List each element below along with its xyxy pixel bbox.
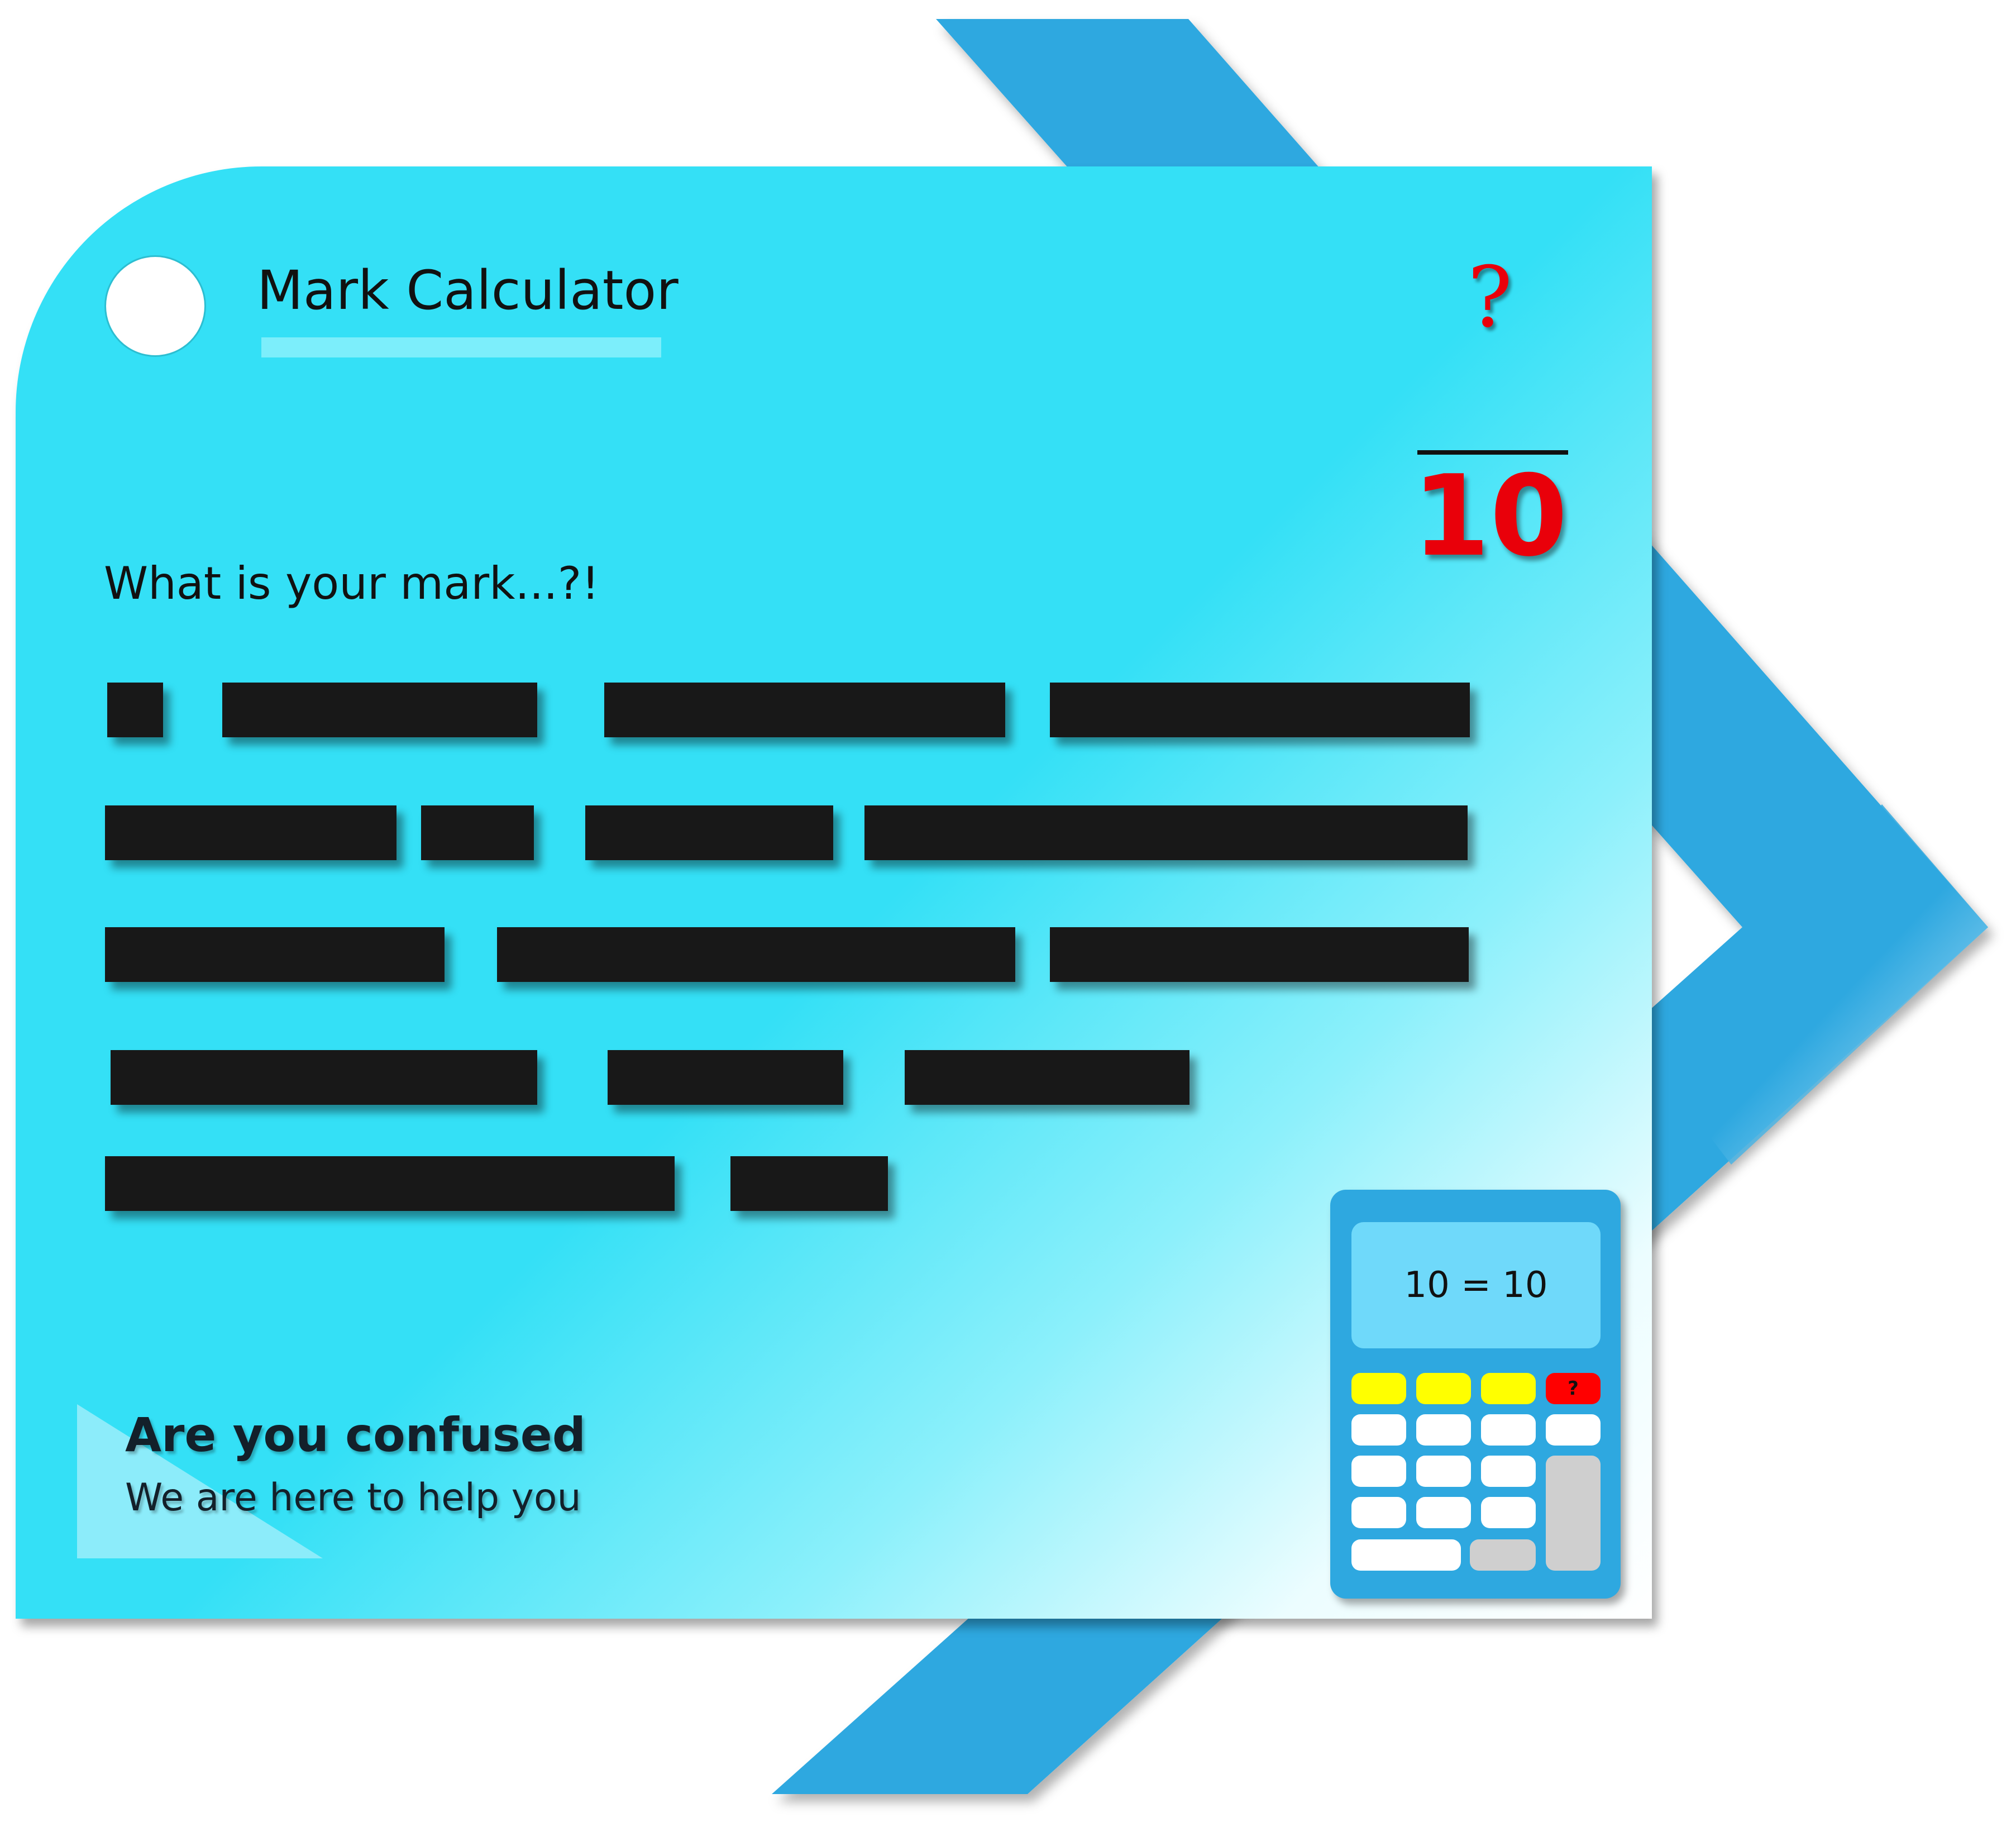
calculator-key (1481, 1414, 1536, 1446)
calculator-key (1351, 1414, 1406, 1446)
calculator-key-grey (1470, 1539, 1536, 1571)
redaction-bar (604, 683, 1005, 737)
calculator-key (1546, 1414, 1601, 1446)
score-fraction: ? 10 (1412, 249, 1568, 575)
redaction-bar (497, 927, 1015, 982)
redaction-bar (105, 805, 396, 860)
redaction-bar (105, 927, 445, 982)
question-text: What is your mark...?! (104, 557, 600, 609)
help-title: Are you confused (125, 1408, 586, 1462)
calculator-key-yellow (1351, 1373, 1406, 1404)
redaction-bar (111, 1050, 537, 1105)
calculator-icon: 10 = 10 ? (1330, 1190, 1621, 1599)
redaction-bar (1050, 927, 1469, 982)
redaction-bar (105, 1156, 675, 1211)
calculator-key (1416, 1456, 1471, 1487)
calculator-key (1351, 1497, 1406, 1528)
redaction-bar (905, 1050, 1189, 1105)
punch-hole (106, 257, 204, 355)
redaction-bar (585, 805, 833, 860)
calculator-key-yellow (1481, 1373, 1536, 1404)
calculator-key-yellow (1416, 1373, 1471, 1404)
calculator-help-key: ? (1546, 1373, 1601, 1404)
redaction-bar (421, 805, 534, 860)
redaction-bar (107, 683, 163, 737)
calculator-key (1416, 1414, 1471, 1446)
redaction-bar (1050, 683, 1470, 737)
app-title: Mark Calculator (257, 259, 679, 322)
redaction-bar (222, 683, 537, 737)
redaction-bar (608, 1050, 843, 1105)
calculator-key (1351, 1456, 1406, 1487)
score-numerator: ? (1467, 249, 1513, 346)
score-denominator: 10 (1412, 451, 1568, 581)
calculator-key (1481, 1497, 1536, 1528)
calculator-key (1481, 1456, 1536, 1487)
title-underline (261, 337, 661, 357)
redaction-bar (864, 805, 1468, 860)
calculator-display: 10 = 10 (1351, 1222, 1601, 1348)
calculator-wide-key (1351, 1539, 1461, 1571)
redaction-bar (730, 1156, 888, 1211)
help-subtitle: We are here to help you (125, 1476, 581, 1520)
calculator-equals-key (1546, 1456, 1601, 1571)
calculator-key (1416, 1497, 1471, 1528)
